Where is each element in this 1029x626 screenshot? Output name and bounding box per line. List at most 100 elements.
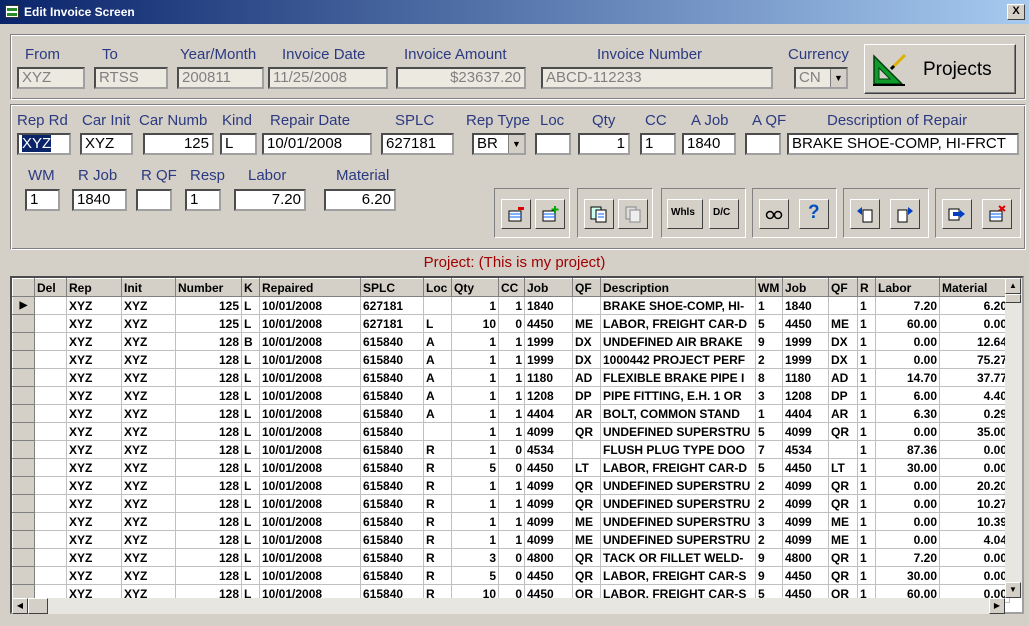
table-cell[interactable]: 1: [857, 422, 876, 441]
table-cell[interactable]: 10.39: [939, 512, 1010, 531]
table-cell[interactable]: 9: [755, 566, 783, 585]
table-cell[interactable]: 4450: [524, 314, 573, 333]
table-row[interactable]: XYZ XYZ 128 L 10/01/2008 615840 R 1 1 4099 ME UNDEF…: [12, 512, 1010, 531]
car-numb-field[interactable]: 125: [143, 133, 214, 155]
table-cell[interactable]: 12.64: [939, 332, 1010, 351]
table-cell[interactable]: 4534: [782, 440, 829, 459]
table-cell[interactable]: 10/01/2008: [259, 530, 361, 549]
table-cell[interactable]: R: [423, 566, 452, 585]
table-cell[interactable]: 10/01/2008: [259, 512, 361, 531]
table-cell[interactable]: XYZ: [66, 404, 122, 423]
horizontal-scroll-thumb[interactable]: [28, 598, 48, 614]
table-cell[interactable]: 615840: [360, 386, 424, 405]
table-cell[interactable]: UNDEFINED SUPERSTRU: [600, 422, 756, 441]
row-selector[interactable]: [12, 332, 35, 351]
table-cell[interactable]: 0.00: [939, 458, 1010, 477]
column-header[interactable]: Rep: [66, 278, 122, 297]
table-cell[interactable]: AR: [572, 404, 601, 423]
horizontal-scrollbar[interactable]: ◀ ▶: [12, 598, 1005, 614]
table-cell[interactable]: XYZ: [121, 422, 176, 441]
table-cell[interactable]: 4450: [782, 566, 829, 585]
table-cell[interactable]: 125: [175, 314, 242, 333]
labor-field[interactable]: 7.20: [234, 189, 306, 211]
table-cell[interactable]: 0: [498, 566, 525, 585]
table-cell[interactable]: R: [423, 458, 452, 477]
table-cell[interactable]: L: [241, 530, 260, 549]
resp-field[interactable]: 1: [185, 189, 221, 211]
table-cell[interactable]: 1208: [782, 386, 829, 405]
table-cell[interactable]: XYZ: [121, 350, 176, 369]
column-header[interactable]: QF: [828, 278, 858, 297]
table-row[interactable]: XYZ XYZ 128 L 10/01/2008 615840 1 1 4099 QR UNDEFI…: [12, 422, 1010, 441]
table-cell[interactable]: 5: [451, 458, 499, 477]
table-cell[interactable]: 30.00: [875, 566, 940, 585]
paste-button[interactable]: [618, 199, 648, 229]
table-cell[interactable]: 128: [175, 422, 242, 441]
table-row[interactable]: XYZ XYZ 128 L 10/01/2008 615840 A 1 1 1208 DP PIPE …: [12, 386, 1010, 405]
column-header[interactable]: R: [857, 278, 876, 297]
column-header[interactable]: K: [241, 278, 260, 297]
table-row[interactable]: XYZ XYZ 128 L 10/01/2008 615840 R 5 0 4450 LT LABOR…: [12, 458, 1010, 477]
table-cell[interactable]: XYZ: [121, 296, 176, 315]
table-cell[interactable]: 4099: [782, 512, 829, 531]
table-cell[interactable]: 35.00: [939, 422, 1010, 441]
table-cell[interactable]: 1: [857, 458, 876, 477]
table-cell[interactable]: 4.40: [939, 386, 1010, 405]
table-cell[interactable]: 4800: [782, 548, 829, 567]
table-cell[interactable]: 5: [755, 458, 783, 477]
table-cell[interactable]: L: [241, 458, 260, 477]
table-cell[interactable]: ME: [572, 314, 601, 333]
table-cell[interactable]: [34, 332, 67, 351]
table-cell[interactable]: 128: [175, 548, 242, 567]
table-cell[interactable]: L: [241, 512, 260, 531]
scroll-down-arrow-icon[interactable]: ▼: [1005, 582, 1021, 598]
table-cell[interactable]: 4099: [782, 530, 829, 549]
table-cell[interactable]: 1180: [524, 368, 573, 387]
table-cell[interactable]: L: [241, 440, 260, 459]
table-row[interactable]: XYZ XYZ 128 L 10/01/2008 615840 R 1 1 4099 ME UNDEF…: [12, 530, 1010, 549]
table-cell[interactable]: 128: [175, 332, 242, 351]
table-cell[interactable]: XYZ: [121, 404, 176, 423]
table-cell[interactable]: L: [241, 350, 260, 369]
table-cell[interactable]: 1: [498, 422, 525, 441]
table-cell[interactable]: 128: [175, 530, 242, 549]
table-row[interactable]: XYZ XYZ 128 B 10/01/2008 615840 A 1 1 1999 DX UNDEF…: [12, 332, 1010, 351]
table-cell[interactable]: 6.00: [875, 386, 940, 405]
table-cell[interactable]: 615840: [360, 440, 424, 459]
table-cell[interactable]: [34, 566, 67, 585]
table-cell[interactable]: DP: [828, 386, 858, 405]
table-cell[interactable]: 1: [857, 548, 876, 567]
table-cell[interactable]: 7: [755, 440, 783, 459]
table-cell[interactable]: 1: [755, 404, 783, 423]
table-cell[interactable]: 4800: [524, 548, 573, 567]
table-cell[interactable]: 10.27: [939, 494, 1010, 513]
table-cell[interactable]: 615840: [360, 368, 424, 387]
table-cell[interactable]: 7.20: [875, 296, 940, 315]
column-header[interactable]: Job: [782, 278, 829, 297]
table-cell[interactable]: 1: [451, 368, 499, 387]
row-selector[interactable]: [12, 368, 35, 387]
table-row[interactable]: XYZ XYZ 128 L 10/01/2008 615840 A 1 1 4404 AR BOLT,…: [12, 404, 1010, 423]
table-cell[interactable]: DP: [572, 386, 601, 405]
table-cell[interactable]: 615840: [360, 566, 424, 585]
table-cell[interactable]: 0.00: [875, 494, 940, 513]
table-cell[interactable]: XYZ: [121, 386, 176, 405]
row-selector[interactable]: [12, 386, 35, 405]
table-cell[interactable]: 128: [175, 368, 242, 387]
table-cell[interactable]: XYZ: [121, 476, 176, 495]
table-cell[interactable]: 10/01/2008: [259, 350, 361, 369]
table-cell[interactable]: 0.00: [939, 566, 1010, 585]
table-cell[interactable]: 0.00: [875, 476, 940, 495]
table-cell[interactable]: 0.29: [939, 404, 1010, 423]
table-cell[interactable]: DX: [828, 332, 858, 351]
table-cell[interactable]: 4099: [524, 512, 573, 531]
table-cell[interactable]: L: [241, 566, 260, 585]
table-cell[interactable]: 1180: [782, 368, 829, 387]
table-cell[interactable]: TACK OR FILLET WELD-: [600, 548, 756, 567]
table-cell[interactable]: 1: [451, 422, 499, 441]
table-cell[interactable]: L: [241, 314, 260, 333]
row-selector[interactable]: [12, 350, 35, 369]
table-cell[interactable]: [34, 476, 67, 495]
table-cell[interactable]: 1: [451, 332, 499, 351]
table-cell[interactable]: 6.20: [939, 296, 1010, 315]
